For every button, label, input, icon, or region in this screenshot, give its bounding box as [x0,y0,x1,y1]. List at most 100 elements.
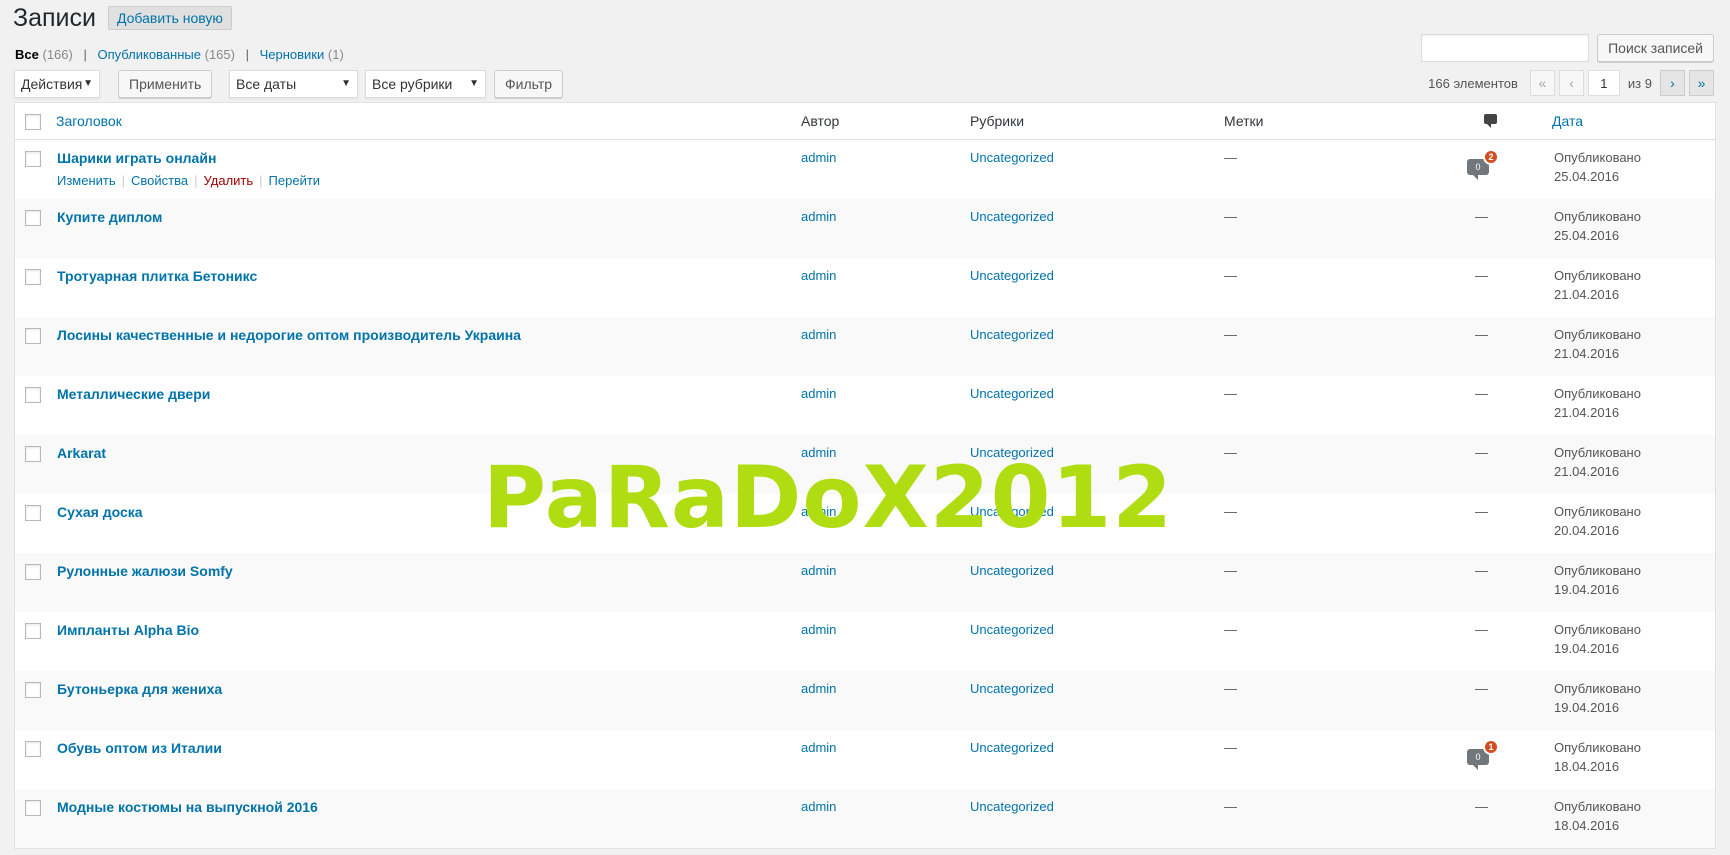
tags-cell: — [1224,681,1237,696]
comment-count-icon[interactable]: 02 [1467,149,1499,180]
add-new-button[interactable]: Добавить новую [107,6,232,30]
category-link[interactable]: Uncategorized [970,445,1054,460]
author-link[interactable]: admin [801,150,836,165]
author-link[interactable]: admin [801,799,836,814]
row-checkbox[interactable] [25,446,41,462]
view-drafts-count: (1) [327,47,344,62]
date-filter-select[interactable]: Все даты ▼ [229,70,358,98]
post-title-link[interactable]: Бутоньерка для жениха [57,681,222,697]
row-checkbox[interactable] [25,328,41,344]
author-link[interactable]: admin [801,327,836,342]
category-link[interactable]: Uncategorized [970,740,1054,755]
post-title-link[interactable]: Arkarat [57,445,106,461]
author-link[interactable]: admin [801,268,836,283]
filter-button[interactable]: Фильтр [494,70,564,98]
row-checkbox[interactable] [25,387,41,403]
author-link[interactable]: admin [801,563,836,578]
bulk-action-select[interactable]: Действия ▼ [14,70,100,98]
prev-page-button[interactable]: ‹ [1558,70,1584,96]
row-checkbox[interactable] [25,623,41,639]
last-page-button[interactable]: » [1689,70,1714,96]
date-cell: Опубликовано 19.04.2016 [1554,561,1641,599]
table-body: Шарики играть онлайн Изменить | Свойства | Уд… [15,140,1715,848]
table-row: Arkarat admin Uncategorized — — Опубликовано 2… [15,435,1715,494]
first-page-button[interactable]: « [1529,70,1555,96]
quick-edit-link[interactable]: Свойства [131,173,188,188]
category-link[interactable]: Uncategorized [970,386,1054,401]
author-link[interactable]: admin [801,681,836,696]
column-author: Автор [801,113,840,129]
comment-count-icon[interactable]: 01 [1467,739,1499,770]
apply-button[interactable]: Применить [118,70,213,98]
post-status: Опубликовано [1554,445,1641,460]
table-row: Импланты Alpha Bio admin Uncategorized — — Оп… [15,612,1715,671]
author-link[interactable]: admin [801,445,836,460]
category-link[interactable]: Uncategorized [970,209,1054,224]
row-checkbox[interactable] [25,741,41,757]
author-link[interactable]: admin [801,740,836,755]
table-row: Бутоньерка для жениха admin Uncategorized —… [15,671,1715,730]
date-cell: Опубликовано 19.04.2016 [1554,679,1641,717]
category-link[interactable]: Uncategorized [970,504,1054,519]
tags-cell: — [1224,563,1237,578]
row-checkbox[interactable] [25,564,41,580]
date-cell: Опубликовано 20.04.2016 [1554,502,1641,540]
row-checkbox[interactable] [25,800,41,816]
post-title-link[interactable]: Импланты Alpha Bio [57,622,199,638]
comment-icon[interactable] [1484,114,1497,128]
category-link[interactable]: Uncategorized [970,563,1054,578]
category-link[interactable]: Uncategorized [970,150,1054,165]
category-link[interactable]: Uncategorized [970,268,1054,283]
tags-cell: — [1224,622,1237,637]
column-title[interactable]: Заголовок [56,113,122,129]
post-title-link[interactable]: Сухая доска [57,504,143,520]
post-title-link[interactable]: Рулонные жалюзи Somfy [57,563,233,579]
row-checkbox[interactable] [25,151,41,167]
table-row: Купите диплом admin Uncategorized — — Опублик… [15,199,1715,258]
comments-cell: — [1475,327,1488,342]
post-title-link[interactable]: Купите диплом [57,209,162,225]
table-row: Шарики играть онлайн Изменить | Свойства | Уд… [15,140,1715,199]
search-box: Поиск записей [1421,34,1714,62]
category-link[interactable]: Uncategorized [970,622,1054,637]
tags-cell: — [1224,268,1237,283]
status-views: Все (166) | Опубликованные (165) | Черно… [15,47,344,62]
view-drafts[interactable]: Черновики [260,47,325,62]
current-page-input[interactable]: 1 [1587,70,1620,96]
post-date: 18.04.2016 [1554,818,1620,833]
post-title-link[interactable]: Обувь оптом из Италии [57,740,222,756]
view-published[interactable]: Опубликованные [97,47,201,62]
view-all[interactable]: Все [15,47,39,62]
category-link[interactable]: Uncategorized [970,681,1054,696]
column-date[interactable]: Дата [1552,113,1583,129]
select-all-checkbox[interactable] [25,114,41,130]
view-all-count: (166) [42,47,73,62]
category-filter-select[interactable]: Все рубрики ▼ [365,70,486,98]
next-page-button[interactable]: › [1660,70,1685,96]
trash-link[interactable]: Удалить [204,173,254,188]
table-row: Модные костюмы на выпускной 2016 admin Unc… [15,789,1715,848]
author-link[interactable]: admin [801,622,836,637]
row-checkbox[interactable] [25,682,41,698]
post-title-link[interactable]: Модные костюмы на выпускной 2016 [57,799,318,815]
post-title-link[interactable]: Тротуарная плитка Бетоникс [57,268,257,284]
author-link[interactable]: admin [801,209,836,224]
post-title-link[interactable]: Металлические двери [57,386,210,402]
search-input[interactable] [1421,34,1590,62]
author-link[interactable]: admin [801,386,836,401]
view-link[interactable]: Перейти [269,173,321,188]
edit-link[interactable]: Изменить [57,173,116,188]
table-row: Металлические двери admin Uncategorized — — О… [15,376,1715,435]
category-link[interactable]: Uncategorized [970,799,1054,814]
author-link[interactable]: admin [801,504,836,519]
post-title-link[interactable]: Лосины качественные и недорогие оптом пр… [57,327,521,343]
row-checkbox[interactable] [25,269,41,285]
category-link[interactable]: Uncategorized [970,327,1054,342]
tags-cell: — [1224,740,1237,755]
row-checkbox[interactable] [25,210,41,226]
row-checkbox[interactable] [25,505,41,521]
search-button[interactable]: Поиск записей [1597,34,1714,62]
comments-cell: — [1475,622,1488,637]
post-title-link[interactable]: Шарики играть онлайн [57,150,216,166]
bulk-action-value: Действия [21,76,83,92]
